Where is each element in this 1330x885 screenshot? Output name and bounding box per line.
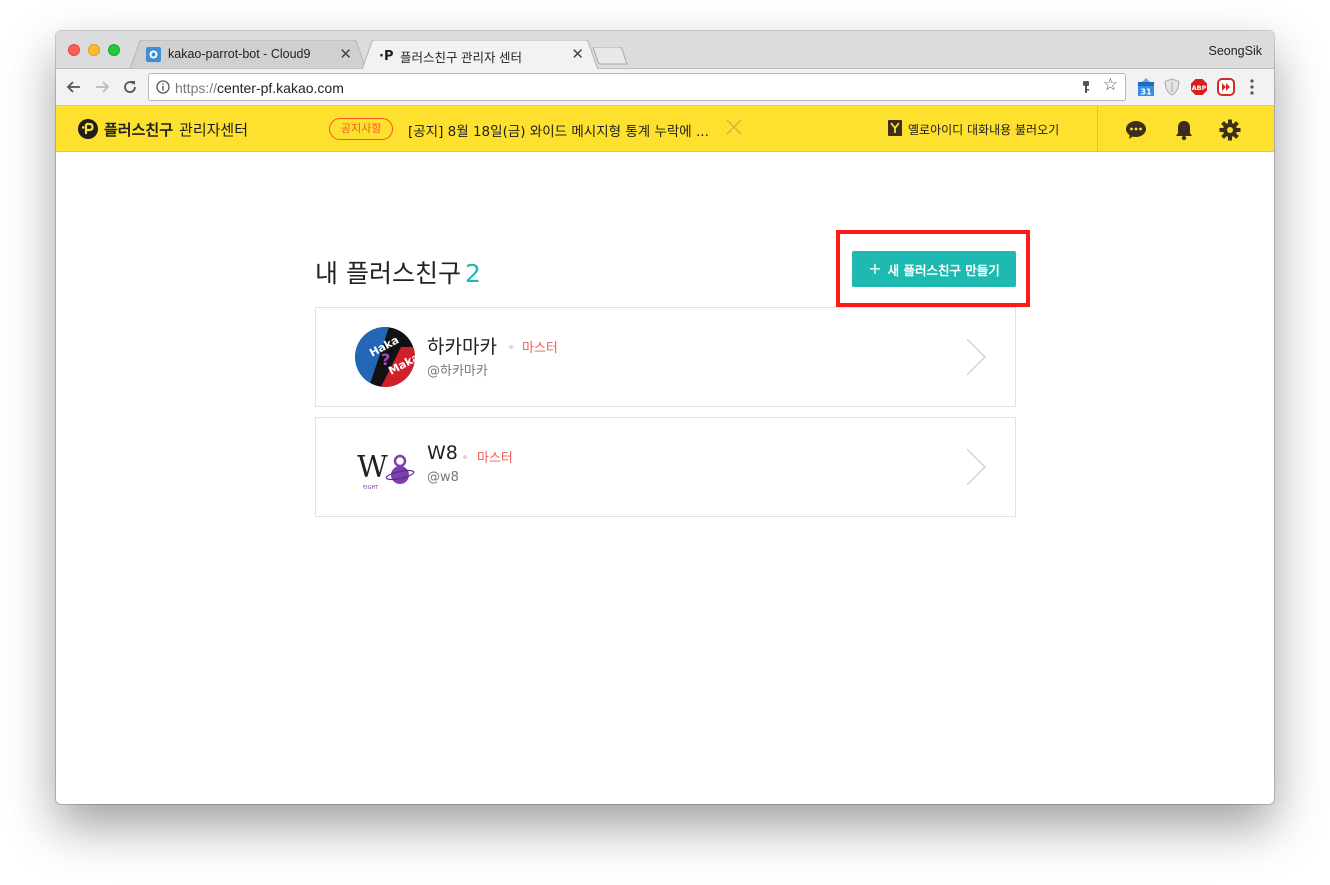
friend-card-hakamaka[interactable]: Haka Maka ? 하카마카 마스터 @하카마카 [315,307,1016,407]
profile-name[interactable]: SeongSik [1208,44,1262,58]
info-icon[interactable] [156,80,170,94]
plusfriend-logo-icon [78,119,98,139]
svg-text:ABP: ABP [1192,84,1207,92]
svg-text:EIGHT: EIGHT [363,485,379,491]
chat-icon[interactable] [1125,119,1147,141]
tab-close-icon[interactable]: ✕ [339,45,352,63]
app-header: 플러스친구 관리자센터 공지사항 [공지] 8월 18일(금) 와이드 메시지형… [56,106,1274,152]
tab-title: kakao-parrot-bot - Cloud9 [168,47,311,61]
plusfriend-logo[interactable]: 플러스친구 관리자센터 [78,119,248,139]
separator-dot [509,345,513,349]
cloud9-icon [146,47,161,62]
friend-id: @하카마카 [427,364,488,379]
svg-text:?: ? [381,350,390,369]
url-text[interactable]: https://center-pf.kakao.com [175,80,344,96]
address-bar[interactable]: https://center-pf.kakao.com ☆ [148,73,1126,101]
bookmark-star-icon[interactable]: ☆ [1103,77,1118,94]
tab-strip: kakao-parrot-bot - Cloud9 ✕ ·P 플러스친구 관리자… [56,31,1274,69]
friend-avatar: W EIGHT [355,437,415,497]
notice-text[interactable]: [공지] 8월 18일(금) 와이드 메시지형 통계 누락에 ... [408,120,709,140]
friend-avatar: Haka Maka ? [355,327,415,387]
chevron-right-icon[interactable] [965,447,987,487]
friend-id: @w8 [427,470,459,485]
logo-text-light: 관리자센터 [179,120,249,139]
forward-icon[interactable] [93,78,111,96]
friend-role: 마스터 [477,451,513,466]
chevron-right-icon[interactable] [965,337,987,377]
friend-card-w8[interactable]: W EIGHT W8 마스터 @w8 [315,417,1016,517]
browser-menu-icon[interactable] [1249,78,1255,96]
notice-badge[interactable]: 공지사항 [329,118,394,140]
svg-text:31: 31 [1140,88,1152,97]
page-title: 내 플러스친구 2 [315,259,481,288]
friend-count: 2 [464,259,481,288]
calendar-extension-icon[interactable]: 31 [1137,78,1155,96]
close-window-button[interactable] [68,44,80,56]
fast-forward-extension-icon[interactable] [1217,78,1235,96]
browser-toolbar: https://center-pf.kakao.com ☆ 31 ABP [56,69,1274,106]
header-divider [1097,106,1098,152]
tab-close-icon[interactable]: ✕ [571,45,584,63]
adblock-plus-icon[interactable]: ABP [1190,78,1208,96]
create-button-label: 새 플러스친구 만들기 [887,262,1000,278]
plusfriend-icon: ·P [379,49,393,62]
tab-plusfriend[interactable]: ·P 플러스친구 관리자 센터 ✕ [362,40,598,69]
svg-text:·P: ·P [379,49,393,62]
plus-icon: + [868,259,882,278]
key-icon[interactable] [1079,80,1093,94]
svg-text:W: W [357,450,388,485]
minimize-window-button[interactable] [88,44,100,56]
reload-icon[interactable] [121,78,139,96]
yellow-id-icon [888,120,902,136]
back-icon[interactable] [65,78,83,96]
import-yellowid-chats-link[interactable]: 옐로아이디 대화내용 불러오기 [908,121,1059,138]
tab-title: 플러스친구 관리자 센터 [400,51,522,65]
bell-icon[interactable] [1173,119,1195,141]
maximize-window-button[interactable] [108,44,120,56]
logo-text-strong: 플러스친구 [104,120,174,139]
shield-extension-icon[interactable] [1163,78,1181,96]
tab-cloud9[interactable]: kakao-parrot-bot - Cloud9 ✕ [130,40,366,69]
gear-icon[interactable] [1219,119,1241,141]
friend-name: W8 [427,442,458,464]
separator-dot [463,455,467,459]
friend-name: 하카마카 [427,336,497,358]
create-plusfriend-button[interactable]: + 새 플러스친구 만들기 [852,251,1016,287]
browser-window: kakao-parrot-bot - Cloud9 ✕ ·P 플러스친구 관리자… [56,31,1274,804]
friend-role: 마스터 [522,341,558,356]
new-tab-button[interactable] [592,47,628,65]
notice-close-icon[interactable] [726,119,742,135]
